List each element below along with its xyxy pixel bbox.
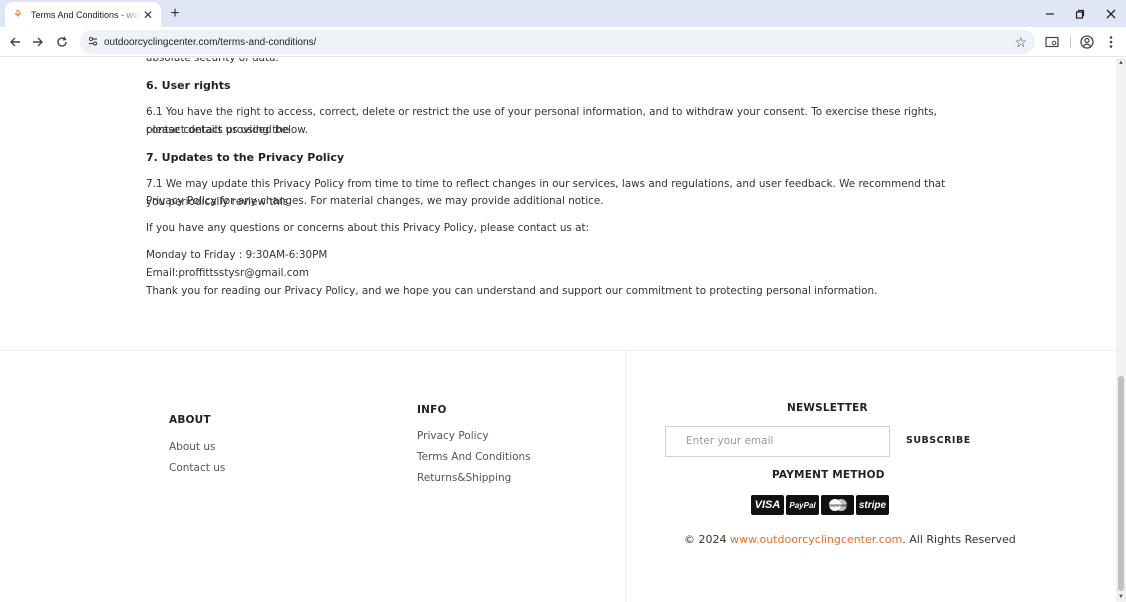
address-bar[interactable]: outdoorcyclingcenter.com/terms-and-condi… bbox=[80, 30, 1035, 54]
back-button[interactable] bbox=[4, 31, 26, 53]
footer-divider bbox=[625, 351, 626, 602]
site-favicon-icon: ⚘ bbox=[13, 8, 23, 21]
stripe-logo: stripe bbox=[856, 495, 889, 515]
url-text: outdoorcyclingcenter.com/terms-and-condi… bbox=[104, 36, 317, 48]
footer-link-about-us[interactable]: About us bbox=[169, 441, 216, 453]
browser-tab[interactable]: ⚘ Terms And Conditions - www.outdoorcycl… bbox=[5, 2, 161, 27]
reload-icon bbox=[57, 36, 67, 47]
copyright-suffix: . All Rights Reserved bbox=[902, 533, 1016, 546]
vertical-scrollbar[interactable]: ▲ ▼ bbox=[1116, 58, 1126, 602]
restore-icon bbox=[1075, 9, 1085, 19]
newsletter-heading: NEWSLETTER bbox=[787, 402, 868, 414]
business-hours: Monday to Friday : 9:30AM-6:30PM bbox=[146, 249, 328, 261]
section-heading-user-rights: 6. User rights bbox=[146, 79, 231, 92]
profile-icon[interactable] bbox=[1077, 32, 1097, 52]
footer-link-contact-us[interactable]: Contact us bbox=[169, 462, 225, 474]
site-info-icon[interactable] bbox=[86, 35, 100, 49]
payment-logos: VISA PayPal mastercard stripe bbox=[751, 495, 889, 515]
subscribe-button[interactable]: SUBSCRIBE bbox=[906, 435, 971, 446]
tab-title: Terms And Conditions - www.outdoorcyclin… bbox=[31, 9, 141, 20]
visa-logo: VISA bbox=[751, 495, 784, 515]
mastercard-logo: mastercard bbox=[821, 495, 854, 515]
tab-close-icon[interactable]: ✕ bbox=[141, 8, 155, 22]
paypal-logo: PayPal bbox=[786, 495, 819, 515]
contact-email: Email:proffittsstysr@gmail.com bbox=[146, 267, 309, 279]
paragraph-thanks: Thank you for reading our Privacy Policy… bbox=[146, 285, 878, 297]
reading-mode-icon[interactable] bbox=[1042, 32, 1062, 52]
tab-strip: ⚘ Terms And Conditions - www.outdoorcycl… bbox=[0, 0, 1126, 27]
restore-button[interactable] bbox=[1065, 0, 1095, 27]
toolbar-separator bbox=[1070, 36, 1071, 48]
paragraph-questions: If you have any questions or concerns ab… bbox=[146, 222, 590, 234]
copyright-site-link[interactable]: www.outdoorcyclingcenter.com bbox=[730, 533, 902, 546]
minimize-button[interactable] bbox=[1035, 0, 1065, 27]
reload-button[interactable] bbox=[51, 31, 73, 53]
page-viewport: absolute security of data. 6. User right… bbox=[0, 58, 1116, 602]
minimize-icon bbox=[1046, 12, 1054, 15]
newsletter-email-input[interactable]: Enter your email bbox=[665, 426, 890, 457]
footer-link-terms[interactable]: Terms And Conditions bbox=[417, 451, 531, 463]
footer-info-heading: INFO bbox=[417, 404, 447, 416]
arrow-left-icon bbox=[10, 37, 20, 47]
payment-method-heading: PAYMENT METHOD bbox=[772, 469, 885, 481]
svg-text:mastercard: mastercard bbox=[828, 504, 847, 508]
paragraph-cut: absolute security of data. bbox=[146, 58, 279, 64]
forward-button[interactable] bbox=[27, 31, 49, 53]
close-icon bbox=[1106, 9, 1116, 18]
bookmark-star-icon[interactable]: ☆ bbox=[1014, 34, 1027, 50]
browser-toolbar: outdoorcyclingcenter.com/terms-and-condi… bbox=[0, 27, 1126, 57]
copyright-notice: © 2024 www.outdoorcyclingcenter.com. All… bbox=[684, 533, 1016, 546]
new-tab-button[interactable]: + bbox=[166, 5, 184, 23]
close-window-button[interactable] bbox=[1096, 0, 1126, 27]
paragraph-7-1-line-2: Privacy Policy for any changes. For mate… bbox=[146, 195, 604, 207]
menu-kebab-icon[interactable] bbox=[1101, 32, 1121, 52]
section-heading-updates: 7. Updates to the Privacy Policy bbox=[146, 151, 345, 164]
scroll-up-arrow-icon[interactable]: ▲ bbox=[1118, 60, 1124, 66]
scroll-down-arrow-icon[interactable]: ▼ bbox=[1118, 594, 1124, 600]
footer-link-returns[interactable]: Returns&Shipping bbox=[417, 472, 511, 484]
footer-link-privacy-policy[interactable]: Privacy Policy bbox=[417, 430, 489, 442]
arrow-right-icon bbox=[33, 37, 43, 47]
paragraph-6-1-line-2: contact details provided below. bbox=[146, 124, 309, 136]
site-footer: ABOUT About us Contact us INFO Privacy P… bbox=[0, 350, 1116, 602]
copyright-prefix: © 2024 bbox=[684, 533, 727, 546]
scrollbar-thumb[interactable] bbox=[1118, 376, 1124, 591]
footer-about-heading: ABOUT bbox=[169, 414, 211, 426]
